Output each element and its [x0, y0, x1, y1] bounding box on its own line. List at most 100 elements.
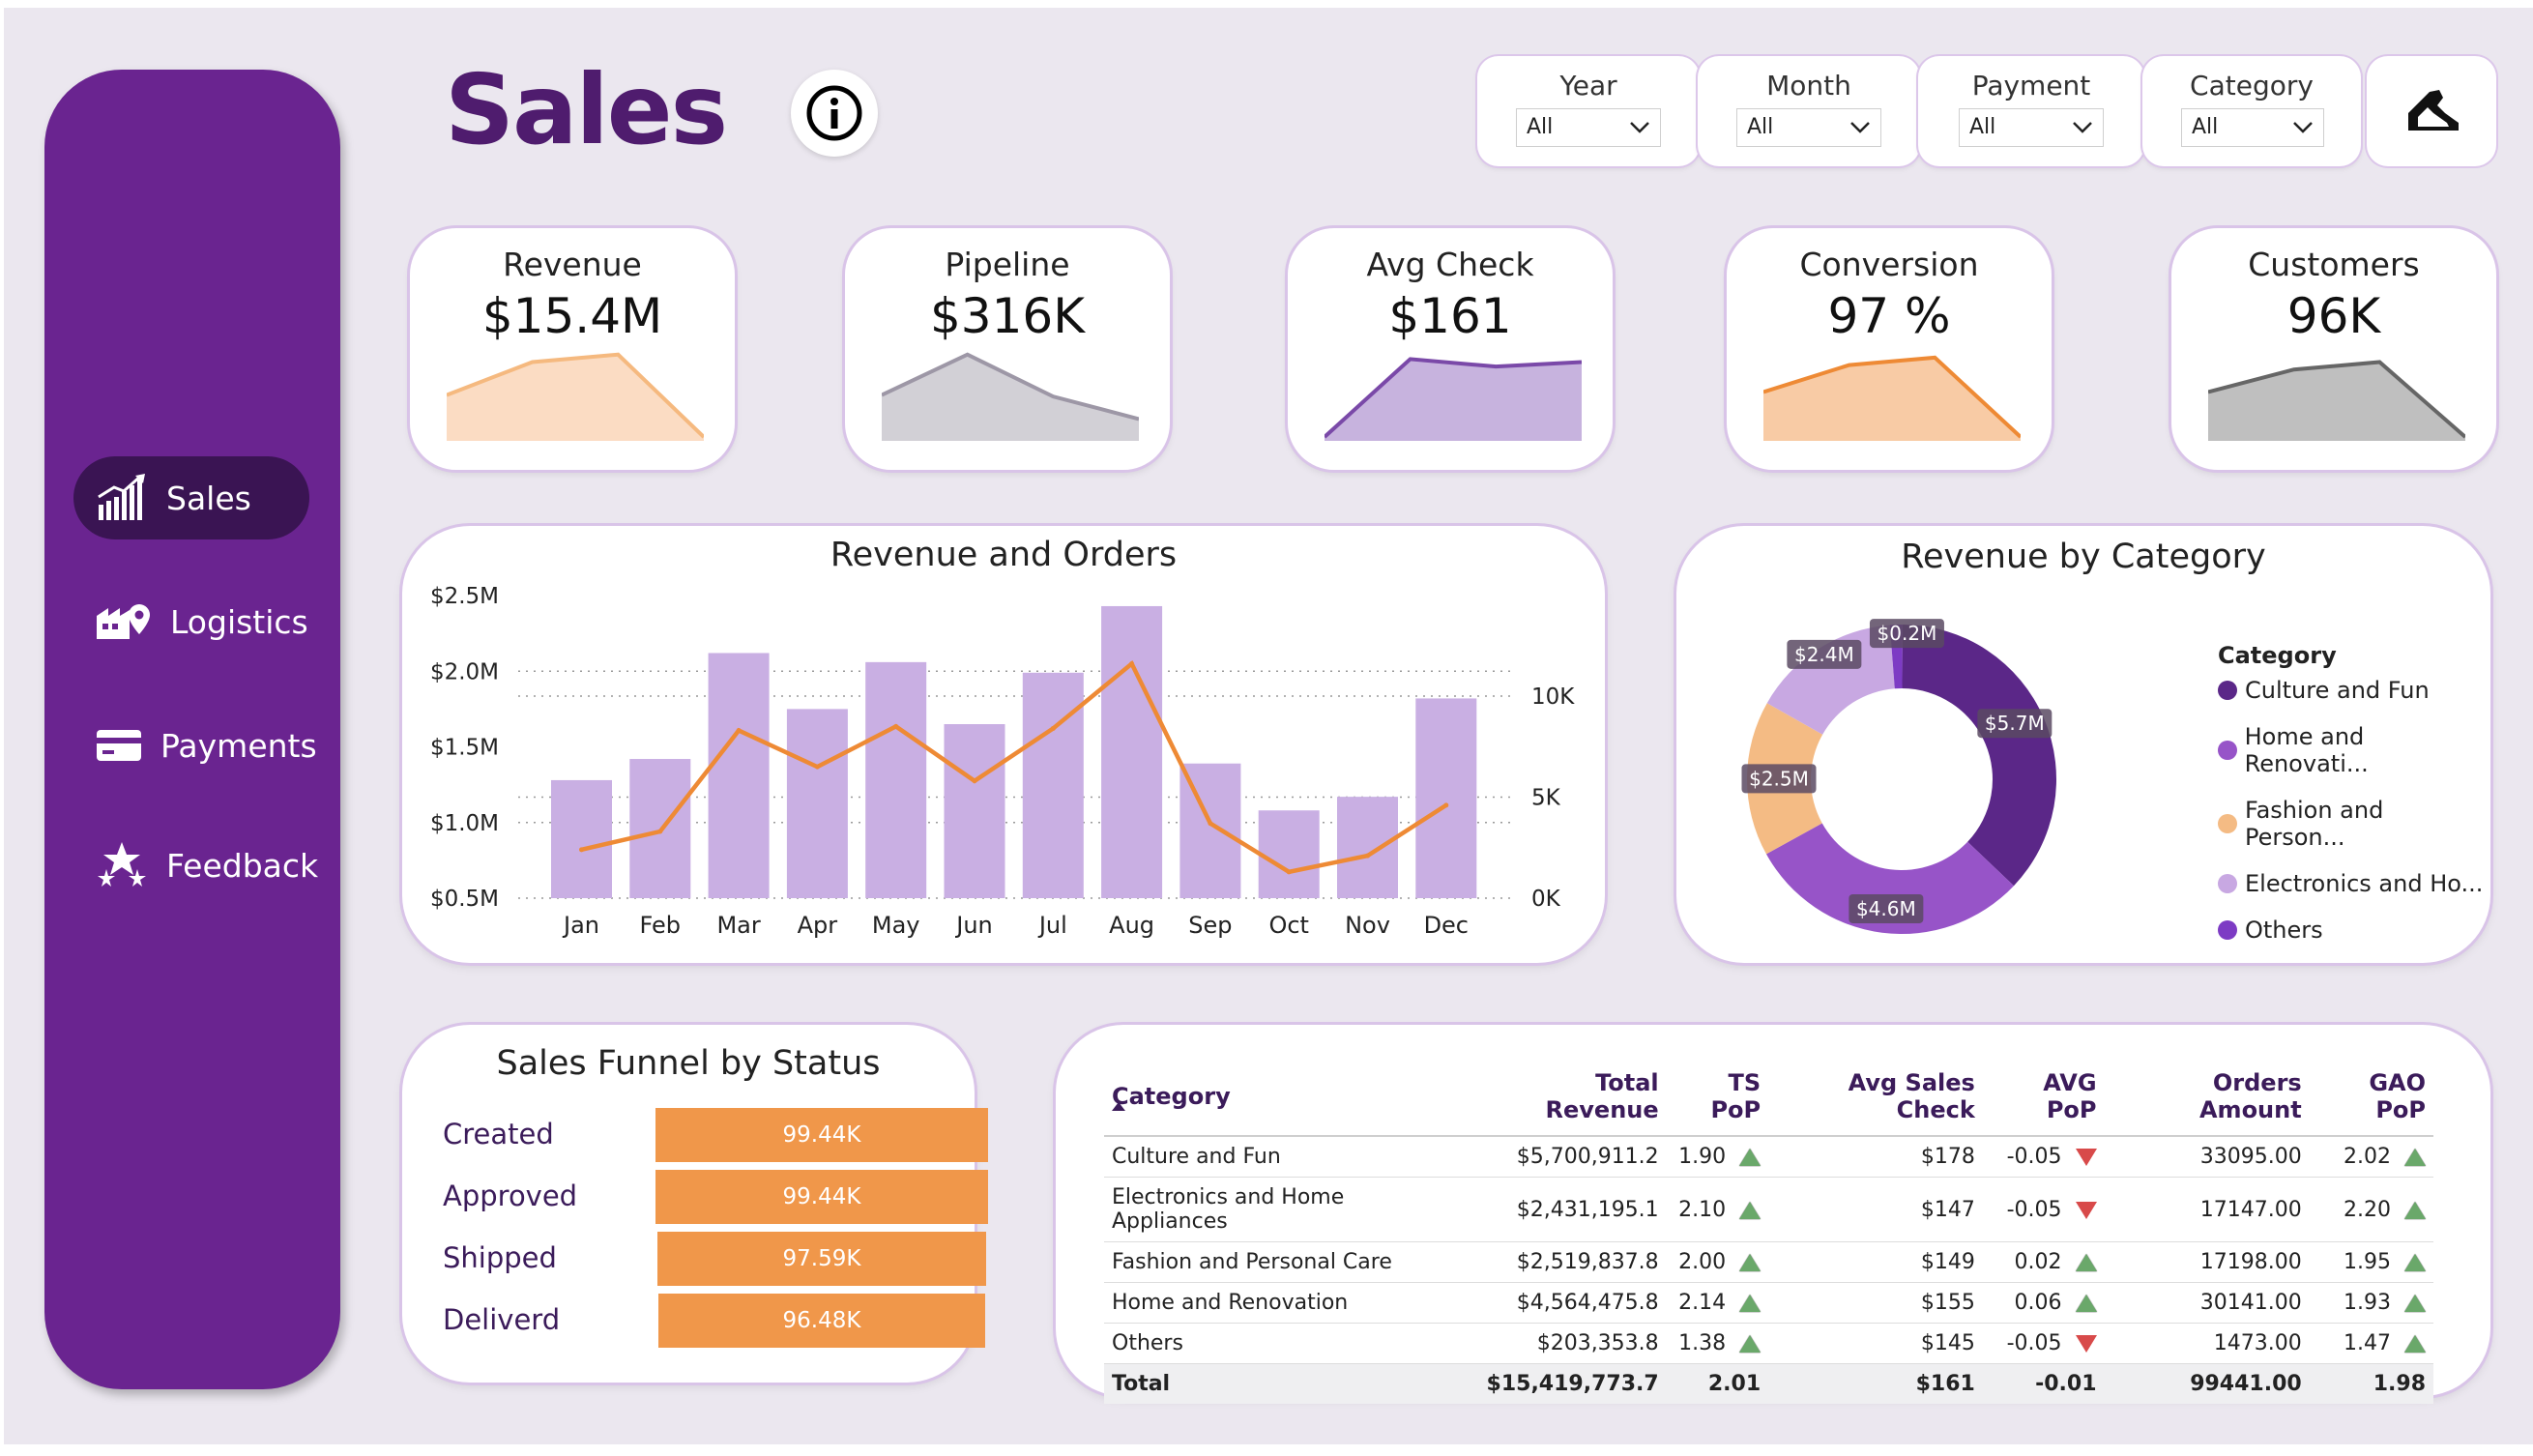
revenue-bar[interactable]	[786, 709, 848, 898]
cell-avg-sales-check: $161	[1768, 1363, 1983, 1404]
funnel-bar[interactable]: 99.44K	[655, 1108, 988, 1162]
legend-item[interactable]: Electronics and Ho...	[2218, 870, 2490, 897]
sidebar-item-feedback[interactable]: Feedback	[73, 824, 318, 907]
revenue-bar[interactable]	[1415, 698, 1477, 898]
x-tick-label: Feb	[640, 912, 682, 939]
left-border	[0, 0, 4, 1456]
table-row[interactable]: Electronics and Home Appliances $2,431,19…	[1104, 1177, 2433, 1242]
table-row[interactable]: Fashion and Personal Care $2,519,837.8 2.0…	[1104, 1241, 2433, 1283]
legend-marker	[2218, 681, 2237, 700]
kpi-value: 96K	[2286, 288, 2381, 344]
funnel-bar[interactable]: 96.48K	[657, 1294, 986, 1348]
sidebar-item-label: Feedback	[166, 846, 319, 885]
month-dropdown[interactable]: All	[1736, 108, 1881, 147]
stars-icon	[98, 842, 146, 887]
funnel-label: Deliverd	[443, 1303, 561, 1336]
funnel-bar[interactable]: 97.59K	[656, 1232, 987, 1286]
legend-marker	[2218, 874, 2237, 893]
column-header-gao-pop[interactable]: GAO PoP	[2309, 1060, 2433, 1137]
x-tick-label: Aug	[1109, 912, 1154, 939]
x-tick-label: Apr	[798, 912, 838, 939]
funnel-label: Shipped	[443, 1241, 557, 1274]
funnel-row: Created 99.44K	[443, 1108, 988, 1162]
kpi-title: Avg Check	[1366, 246, 1534, 283]
orders-point[interactable]	[1129, 661, 1135, 667]
cell-avg-pop: -0.01	[1982, 1363, 2105, 1404]
x-tick-label: Jan	[562, 912, 599, 939]
kpi-card-pipeline: Pipeline $316K	[845, 228, 1170, 470]
sidebar-item-logistics[interactable]: Logistics	[73, 580, 309, 663]
column-header-total-revenue[interactable]: Total Revenue	[1468, 1060, 1667, 1137]
cell-avg-sales-check: $149	[1768, 1241, 1983, 1283]
column-header-avg-pop[interactable]: AVG PoP	[1982, 1060, 2105, 1137]
sales-funnel-panel: Sales Funnel by Status Created 99.44K Appr…	[402, 1025, 988, 1383]
payment-dropdown[interactable]: All	[1959, 108, 2104, 147]
legend-label: Others	[2245, 917, 2323, 944]
bar-chart-growth-icon	[98, 474, 145, 520]
clear-filters-button[interactable]	[2367, 56, 2496, 166]
column-header-orders-amount[interactable]: Orders Amount	[2104, 1060, 2310, 1137]
triangle-up-icon	[2404, 1335, 2426, 1353]
sidebar-item-label: Logistics	[170, 602, 308, 641]
chevron-down-icon	[2293, 122, 2313, 133]
orders-point[interactable]	[1208, 821, 1213, 827]
kpi-value: 97 %	[1827, 288, 1951, 344]
orders-point[interactable]	[657, 829, 663, 834]
legend-item[interactable]: Fashion and Person...	[2218, 797, 2490, 851]
sidebar-item-payments[interactable]: Payments	[73, 704, 317, 787]
column-header-category[interactable]: Category	[1104, 1060, 1468, 1137]
sparkline-area	[882, 354, 1139, 441]
kpi-sparkline	[1325, 357, 1582, 441]
revenue-bar[interactable]	[1337, 797, 1398, 898]
category-dropdown[interactable]: All	[2181, 108, 2324, 147]
orders-point[interactable]	[1286, 869, 1292, 875]
filter-month: Month All	[1698, 56, 1920, 166]
revenue-bar[interactable]	[865, 661, 927, 898]
table-row[interactable]: Home and Renovation $4,564,475.8 2.14 $155 0…	[1104, 1282, 2433, 1324]
info-button[interactable]	[791, 70, 878, 157]
legend-marker	[2218, 814, 2237, 833]
sidebar-item-sales[interactable]: Sales	[73, 456, 309, 539]
category-table: Category Total Revenue TS PoP Avg Sales …	[1104, 1060, 2433, 1404]
orders-point[interactable]	[1443, 802, 1449, 808]
sidebar-item-label: Payments	[160, 726, 317, 765]
cell-ts-pop: 2.10	[1666, 1177, 1769, 1242]
legend-item[interactable]: Others	[2218, 917, 2490, 944]
cell-total-revenue: $2,519,837.8	[1468, 1241, 1667, 1283]
revenue-bar[interactable]	[1258, 810, 1320, 898]
orders-point[interactable]	[814, 764, 820, 770]
cell-avg-sales-check: $147	[1768, 1177, 1983, 1242]
orders-point[interactable]	[1365, 853, 1370, 859]
revenue-bar[interactable]	[708, 653, 770, 898]
y2-tick-label: 0K	[1531, 887, 1561, 912]
donut-slice[interactable]	[1902, 625, 2056, 887]
orders-point[interactable]	[1050, 725, 1056, 731]
chevron-down-icon	[2073, 122, 2092, 133]
table-row[interactable]: Culture and Fun $5,700,911.2 1.90 $178 -0.05…	[1104, 1136, 2433, 1178]
column-header-avg-sales-check[interactable]: Avg Sales Check	[1768, 1060, 1983, 1137]
filter-payment: Payment All	[1918, 56, 2144, 166]
donut-label: $2.5M	[1749, 767, 1809, 790]
legend-item[interactable]: Home and Renovati...	[2218, 723, 2490, 777]
orders-point[interactable]	[893, 723, 899, 729]
orders-point[interactable]	[736, 728, 742, 734]
revenue-bar[interactable]	[944, 724, 1005, 898]
revenue-bar[interactable]	[1022, 672, 1084, 898]
warehouse-location-icon	[97, 604, 150, 639]
chevron-down-icon	[1850, 122, 1870, 133]
funnel-bar[interactable]: 99.44K	[655, 1170, 988, 1224]
revenue-orders-chart: $2.5M $2.0M $1.5M $1.0M $0.5M 10K 5K 0K Jan Feb Ma…	[430, 584, 1575, 939]
table-row[interactable]: Others $203,353.8 1.38 $145 -0.05 1473.00 1.47	[1104, 1323, 2433, 1364]
year-dropdown[interactable]: All	[1516, 108, 1661, 147]
column-header-ts-pop[interactable]: TS PoP	[1666, 1060, 1769, 1137]
filter-year: Year All	[1477, 56, 1700, 166]
revenue-bar[interactable]	[1101, 605, 1163, 898]
legend-item[interactable]: Culture and Fun	[2218, 677, 2490, 704]
kpi-card-avg-check: Avg Check $161	[1288, 228, 1613, 470]
revenue-bar[interactable]	[551, 779, 612, 898]
orders-point[interactable]	[579, 847, 584, 853]
kpi-title: Conversion	[1799, 246, 1979, 283]
donut-label: $5.7M	[1985, 712, 2045, 735]
category-table-panel: Category Total Revenue TS PoP Avg Sales …	[1056, 1025, 2490, 1404]
orders-point[interactable]	[972, 778, 977, 784]
